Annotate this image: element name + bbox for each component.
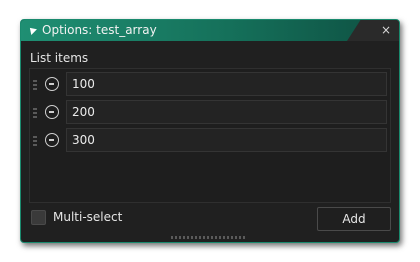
drag-handle-icon[interactable]	[33, 108, 37, 119]
add-button[interactable]: Add	[317, 207, 391, 231]
list-items-label: List items	[30, 51, 89, 65]
close-icon[interactable]: ×	[381, 23, 391, 37]
minus-circle-icon[interactable]	[45, 77, 59, 91]
list-panel: 100 200 300	[29, 68, 391, 203]
drag-handle-icon[interactable]	[33, 80, 37, 91]
minus-circle-icon[interactable]	[45, 105, 59, 119]
list-item-value-field[interactable]: 300	[66, 128, 387, 152]
titlebar[interactable]: Options: test_array ×	[21, 20, 399, 41]
list-item: 300	[30, 128, 390, 154]
resize-grip-icon[interactable]	[171, 236, 247, 239]
list-item-value-field[interactable]: 200	[66, 100, 387, 124]
titlebar-tab-area	[347, 20, 399, 41]
options-dialog: Options: test_array × List items 100 200…	[20, 19, 400, 243]
collapse-arrow-icon[interactable]	[27, 25, 37, 35]
drag-handle-icon[interactable]	[33, 136, 37, 147]
list-item-value-field[interactable]: 100	[66, 72, 387, 96]
multi-select-checkbox[interactable]	[31, 210, 46, 225]
window-title: Options: test_array	[42, 23, 157, 37]
multi-select-label[interactable]: Multi-select	[53, 210, 122, 224]
list-item: 200	[30, 100, 390, 126]
minus-circle-icon[interactable]	[45, 133, 59, 147]
list-item: 100	[30, 72, 390, 98]
